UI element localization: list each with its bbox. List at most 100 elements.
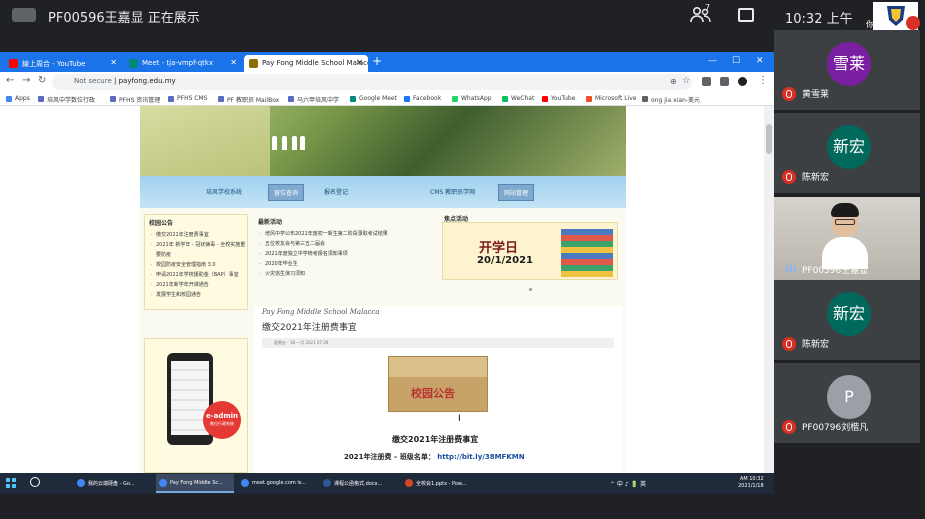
bookmark-item[interactable]: Microsoft Live <box>586 95 636 102</box>
bookmark-apps[interactable]: Apps <box>6 95 30 102</box>
profile-icon[interactable] <box>738 77 747 86</box>
back-icon[interactable]: ← <box>6 75 14 86</box>
participant-tile[interactable]: P PF00796刘楷凡 <box>774 363 920 443</box>
not-secure-label: Not secure <box>74 77 112 85</box>
announcements-title: 校园公告 <box>149 220 174 227</box>
taskbar-app-active[interactable]: Pay Fong Middle Sc... <box>156 474 234 493</box>
article-link-line: 2021年注册费 – 班级名单： http://bit.ly/38MFKMN <box>344 452 525 462</box>
self-label: 你 <box>866 20 874 29</box>
announcement-link[interactable]: 2021年 新学年 - 冠状病毒 - 全校实施重要防疫 <box>151 240 247 260</box>
site-nav-item[interactable]: 培风学校系统 <box>206 187 242 196</box>
windows-start-icon[interactable] <box>6 478 16 488</box>
announcement-link[interactable]: 2021年新学年开课通告 <box>151 280 247 290</box>
carousel-dot[interactable] <box>529 288 532 291</box>
bookmark-item[interactable]: PF 教职员 MailBox <box>218 95 279 104</box>
bookmark-item[interactable]: Facebook <box>404 95 441 102</box>
page-scrollbar[interactable] <box>764 106 774 473</box>
presentation-icon <box>12 8 36 22</box>
announcement-link[interactable]: 申请2021年学校援助金（BAP）事宜 <box>151 270 247 280</box>
article-title: 缴交2021年注册费事宜 <box>262 323 357 333</box>
windows-taskbar: 我的云端硬盘 - Go... Pay Fong Middle Sc... mee… <box>0 473 774 494</box>
participant-name: PF00596王嘉显 <box>802 266 869 276</box>
hero-banner <box>140 106 626 176</box>
site-nav-item[interactable]: 报名登记 <box>324 187 348 196</box>
bookmark-item[interactable]: WeChat <box>502 95 534 102</box>
eadmin-promo[interactable]: e-admin 数位行政系统 <box>144 338 248 473</box>
bookmark-item[interactable]: PFHS 资讯管理 <box>110 95 160 104</box>
participant-tile[interactable]: 雪莱 黄雪莱 <box>774 30 920 110</box>
bookmark-item[interactable]: 培风中学数位行政 <box>38 95 95 104</box>
zoom-icon[interactable]: ⊕ <box>670 77 677 86</box>
taskbar-clock[interactable]: AM 10:32 2021/1/18 <box>738 476 764 490</box>
new-tab-button[interactable]: + <box>372 54 382 68</box>
taskbar-app[interactable]: meet.google.com is... <box>238 474 316 493</box>
books-illustration <box>561 229 613 277</box>
address-bar-row: ← → ↻ Not secure | payfong.edu.my ⊕ ☆ ⋮ <box>0 72 774 92</box>
shared-screen: 線上周合 - YouTube ✕ Meet - tja-vmpf-qtkx ✕ … <box>0 52 774 494</box>
close-tab-icon[interactable]: ✕ <box>230 58 237 67</box>
article-school-name: Pay Fong Middle School Malacca <box>262 308 380 316</box>
latest-link[interactable]: 培风中学公布2021年度初一新生第二阶段录取考试结果 <box>260 229 434 239</box>
site-nav-item[interactable]: 留位查询 <box>268 184 305 201</box>
bookmark-item[interactable]: WhatsApp <box>452 95 492 102</box>
participant-video-tile[interactable]: PF00596王嘉显 <box>774 197 920 280</box>
focus-banner[interactable]: 开学日 20/1/2021 <box>442 222 618 280</box>
extension-icon[interactable] <box>702 77 711 86</box>
student-figure <box>292 136 297 150</box>
announcement-link[interactable]: 发展学生和校园通告 <box>151 290 247 300</box>
close-tab-icon[interactable]: ✕ <box>356 58 363 67</box>
bookmarks-bar: Apps 培风中学数位行政 PFHS 资讯管理 PFHS CMS PF 教职员 … <box>0 92 774 106</box>
envelope-text: 校园公告 <box>411 387 455 400</box>
latest-link[interactable]: 2021年度独立中学统考报名须知事项 <box>260 249 434 259</box>
site-nav-item[interactable]: 网站管理 <box>498 184 535 201</box>
url-input[interactable]: Not secure | payfong.edu.my <box>52 74 692 90</box>
forward-icon[interactable]: → <box>22 75 30 86</box>
latest-title: 最新活动 <box>258 219 283 226</box>
site-nav-item[interactable]: CMS 教职员学网 <box>430 187 475 196</box>
maximize-button[interactable]: ☐ <box>732 56 740 66</box>
close-tab-icon[interactable]: ✕ <box>110 58 117 67</box>
browser-tab-strip: 線上周合 - YouTube ✕ Meet - tja-vmpf-qtkx ✕ … <box>0 52 774 72</box>
student-figure <box>272 136 277 150</box>
latest-link[interactable]: 五位校友会与第三五二届会 <box>260 239 434 249</box>
article-link[interactable]: http://bit.ly/38MFKMN <box>437 453 524 461</box>
taskbar-app[interactable]: 我的云端硬盘 - Go... <box>74 474 152 493</box>
youtube-favicon <box>9 59 18 68</box>
tab-label: 線上周合 - YouTube <box>22 60 86 68</box>
speaking-indicator-icon <box>786 264 796 272</box>
bookmark-star-icon[interactable]: ☆ <box>682 76 690 86</box>
chat-icon[interactable] <box>738 8 754 22</box>
latest-activities: 最新活动 培风中学公布2021年度初一新生第二阶段录取考试结果 五位校友会与第三… <box>254 214 434 294</box>
mic-off-icon <box>782 170 796 184</box>
latest-link[interactable]: 2020年毕业生 <box>260 259 434 269</box>
bookmark-item[interactable]: 马六甲培风中学 <box>288 95 339 104</box>
mouse-cursor-icon: I <box>458 414 461 424</box>
browser-tab-active[interactable]: Pay Fong Middle School Malacca ✕ <box>244 55 368 72</box>
close-window-button[interactable]: ✕ <box>756 56 764 66</box>
eadmin-label: e-admin <box>205 412 239 420</box>
browser-tab[interactable]: Meet - tja-vmpf-qtkx ✕ <box>124 55 242 72</box>
bookmark-item[interactable]: Google Meet <box>350 95 397 102</box>
people-count: 7 <box>705 3 711 12</box>
bookmark-item[interactable]: PFHS CMS <box>168 95 207 102</box>
search-icon[interactable] <box>30 477 40 487</box>
participant-tile[interactable]: 新宏 陈新宏 <box>774 113 920 193</box>
bookmark-item[interactable]: ong jia xian-美元 <box>642 95 700 104</box>
participant-tile[interactable]: 新宏 陈新宏 <box>774 280 920 360</box>
participant-avatar: P <box>827 375 871 419</box>
announcement-link[interactable]: 校园防疫安全管理指南 3.0 <box>151 260 247 270</box>
taskbar-date: 2021/1/18 <box>738 483 764 489</box>
taskbar-app[interactable]: 课程公函格式.docx... <box>320 474 398 493</box>
latest-link[interactable]: 火灾逃生演习须知 <box>260 269 434 279</box>
student-figure <box>300 136 305 150</box>
extension-icon[interactable] <box>720 77 729 86</box>
reload-icon[interactable]: ↻ <box>38 75 46 86</box>
taskbar-app[interactable]: 全校会1.pptx - Pow... <box>402 474 480 493</box>
self-view-tile[interactable] <box>873 2 920 30</box>
bookmark-item[interactable]: YouTube <box>542 95 575 102</box>
minimize-button[interactable]: — <box>708 56 717 66</box>
system-tray[interactable]: ⌃ 中 ♪ 🔋 英 <box>610 479 646 488</box>
menu-icon[interactable]: ⋮ <box>758 75 768 86</box>
announcement-link[interactable]: 缴交2021年注册费事宜 <box>151 230 247 240</box>
browser-tab[interactable]: 線上周合 - YouTube ✕ <box>4 55 122 72</box>
